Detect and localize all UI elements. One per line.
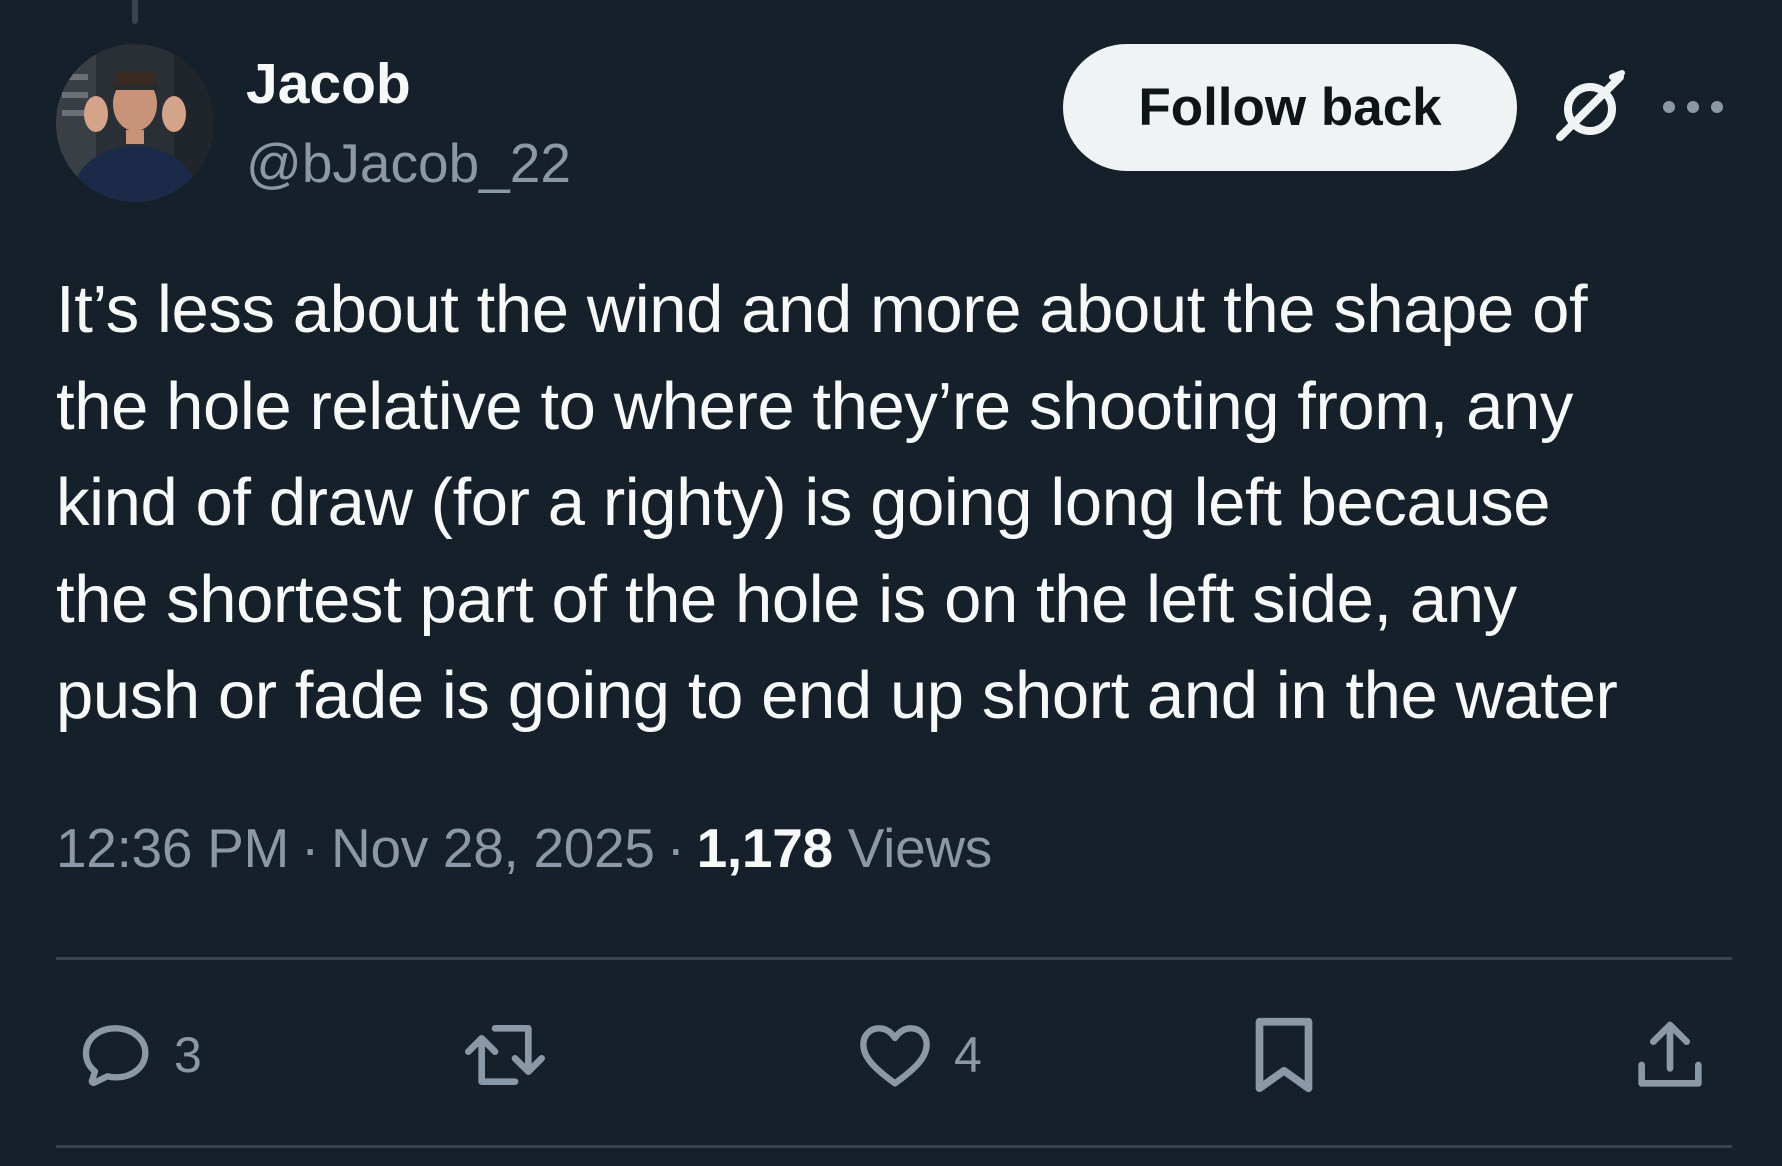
- user-handle[interactable]: @bJacob_22: [246, 132, 571, 194]
- views-count: 1,178: [696, 817, 833, 879]
- display-name[interactable]: Jacob: [246, 52, 411, 116]
- like-icon: [860, 1025, 930, 1087]
- retweet-button[interactable]: [458, 1012, 552, 1098]
- share-button[interactable]: [1630, 1012, 1710, 1098]
- meta-separator: ·: [301, 817, 320, 879]
- tweet-time[interactable]: 12:36 PM: [56, 817, 289, 879]
- grok-icon[interactable]: [1545, 62, 1635, 152]
- thread-connector-line: [132, 0, 138, 24]
- reply-icon: [82, 1025, 149, 1086]
- meta-separator: ·: [666, 817, 685, 879]
- views-label: Views: [847, 817, 993, 879]
- reply-count: 3: [174, 1027, 202, 1083]
- divider: [56, 1145, 1732, 1148]
- follow-back-button[interactable]: Follow back: [1063, 44, 1517, 171]
- avatar[interactable]: [56, 44, 214, 202]
- retweet-icon: [465, 1025, 545, 1085]
- reply-button[interactable]: 3: [76, 1012, 202, 1098]
- avatar-photo: [56, 44, 214, 202]
- divider: [56, 957, 1732, 960]
- like-count: 4: [954, 1027, 982, 1083]
- more-horizontal-icon[interactable]: [1656, 84, 1730, 130]
- like-button[interactable]: 4: [854, 1012, 982, 1098]
- bookmark-button[interactable]: [1248, 1012, 1320, 1098]
- bookmark-icon: [1255, 1017, 1313, 1093]
- tweet-metadata: 12:36 PM · Nov 28, 2025 · 1,178 Views: [56, 812, 992, 884]
- tweet-date[interactable]: Nov 28, 2025: [331, 817, 655, 879]
- tweet-text: It’s less about the wind and more about …: [56, 272, 1618, 733]
- share-icon: [1638, 1021, 1702, 1087]
